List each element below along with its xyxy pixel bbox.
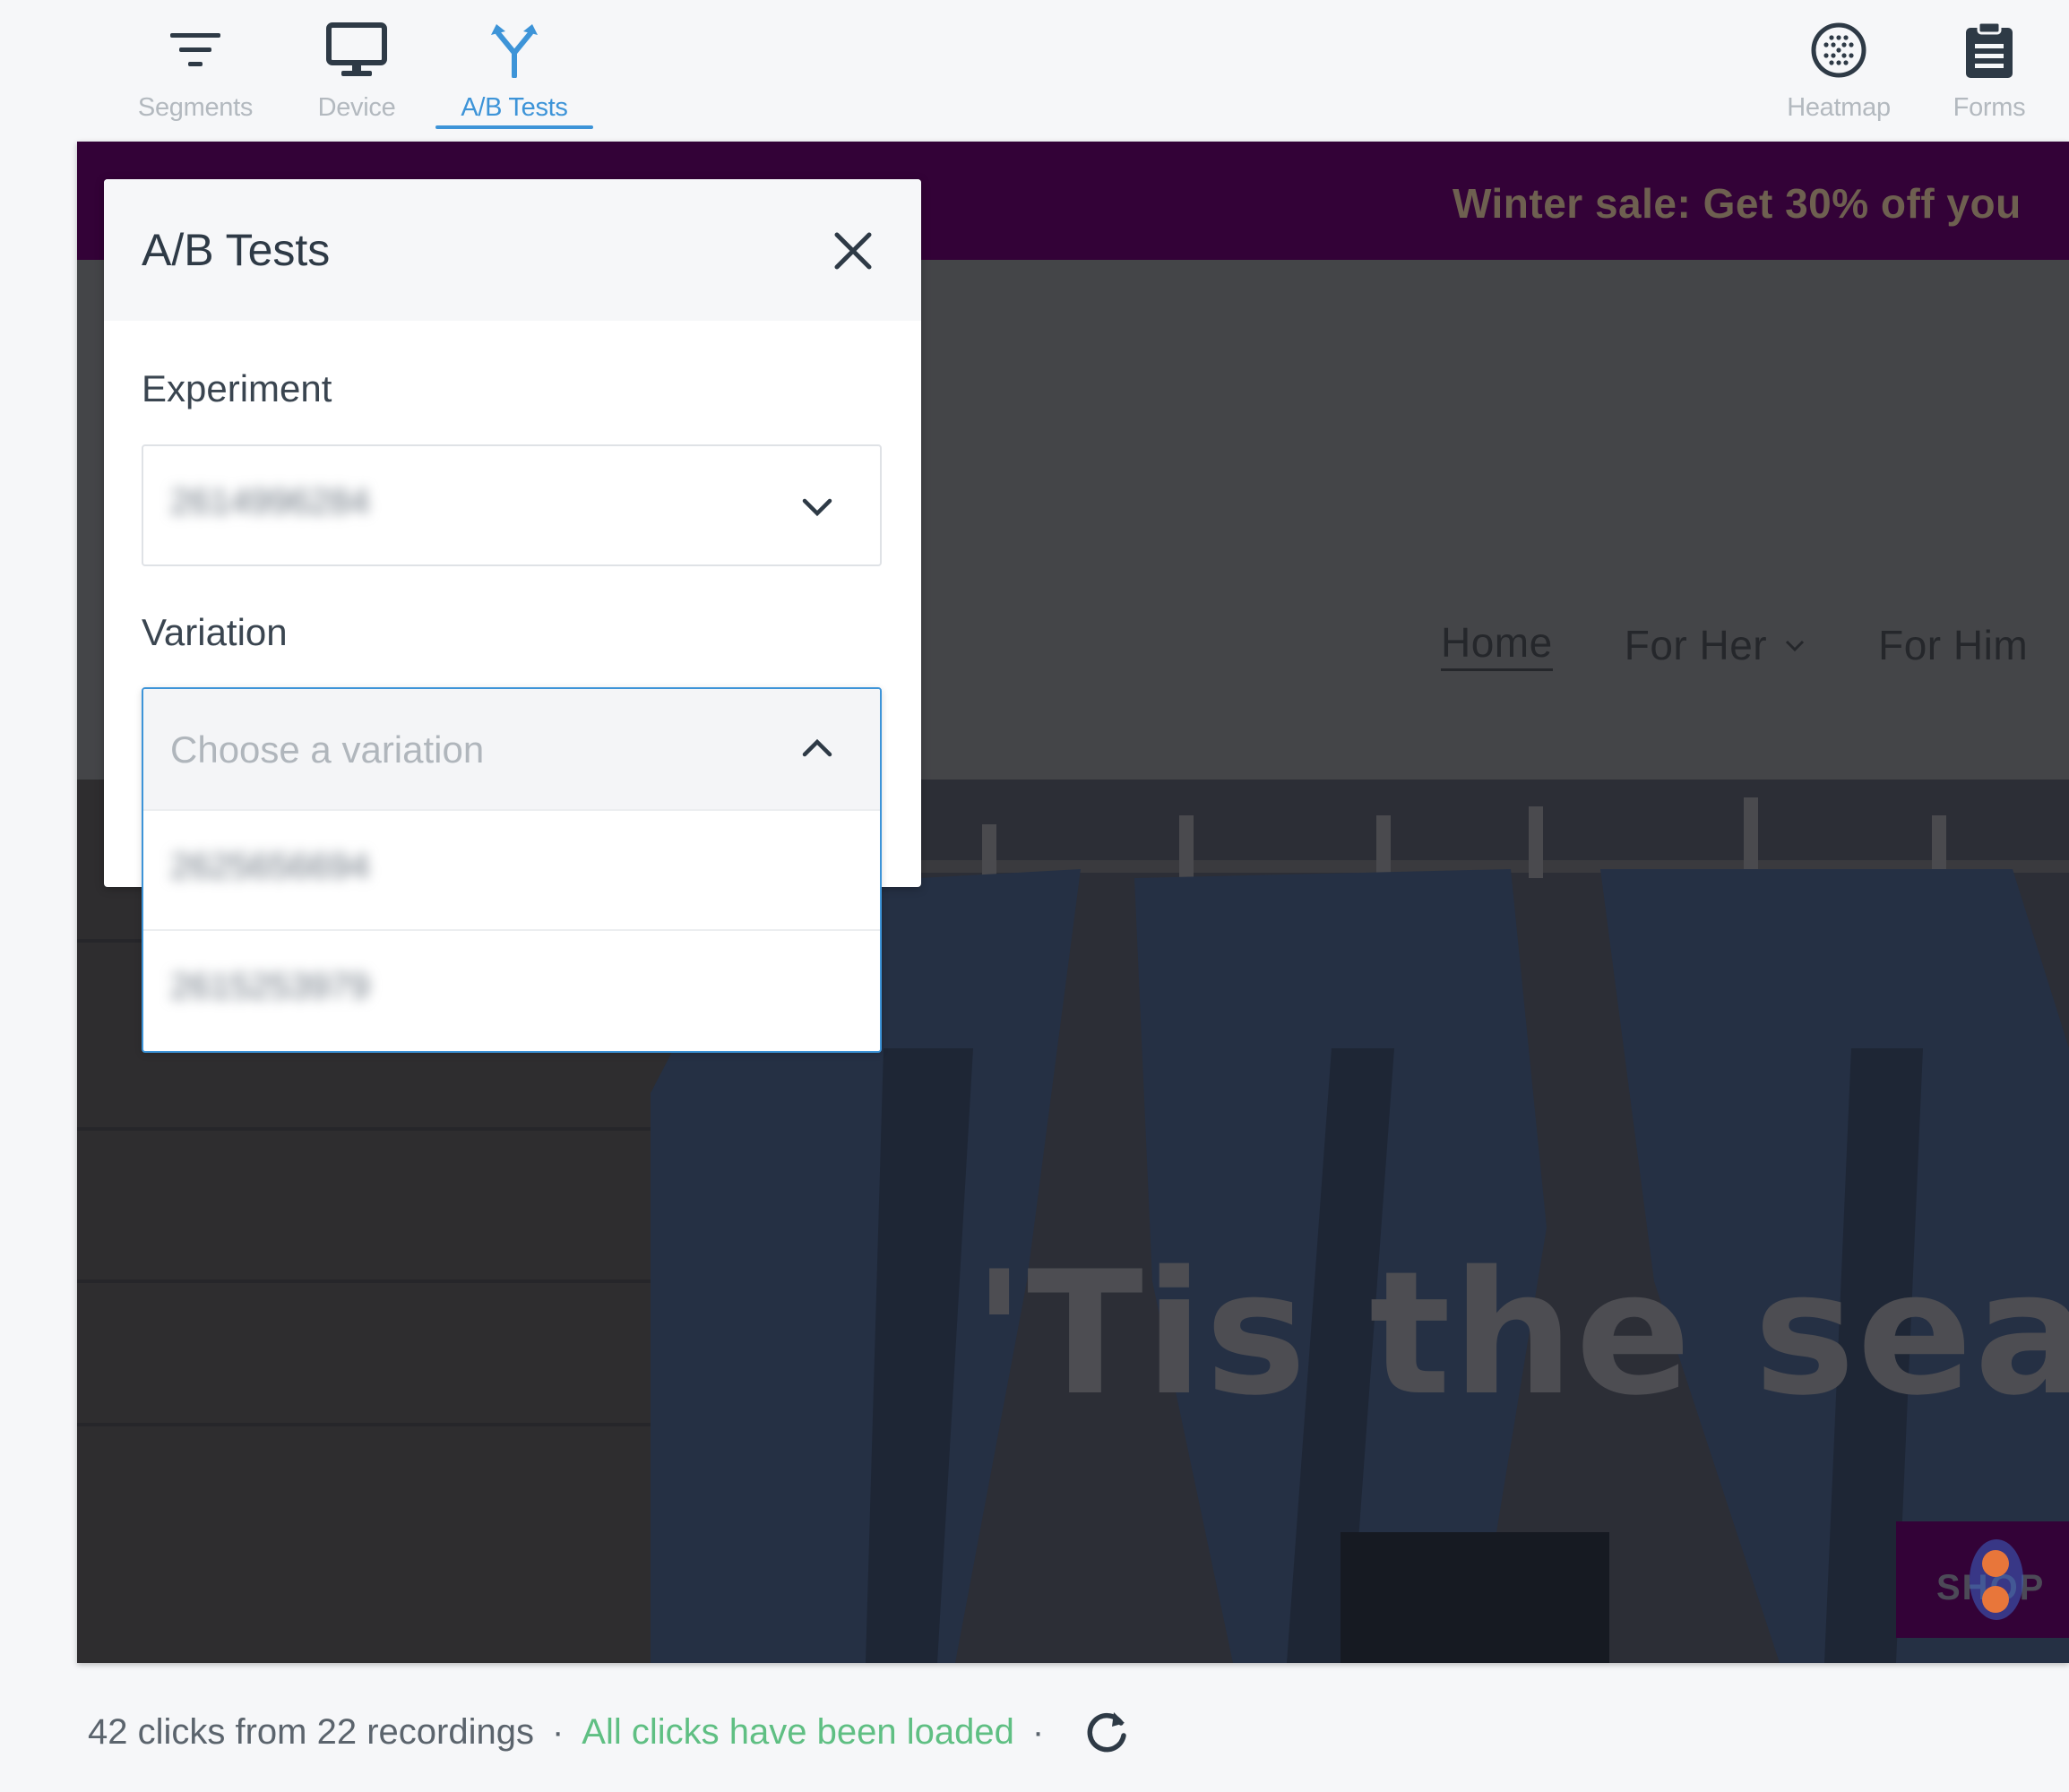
heatmap-click-hotspot <box>1982 1550 2009 1577</box>
tool-forms[interactable]: Forms <box>1909 16 2069 142</box>
experiment-select[interactable]: 2614996284 <box>142 444 882 566</box>
heatmap-toolbar: Segments Device A/B Tests Heatmap Forms <box>0 0 2069 140</box>
tool-ab-tests[interactable]: A/B Tests <box>434 16 595 142</box>
status-bar: 42 clicks from 22 recordings · All click… <box>88 1707 1132 1757</box>
variation-option[interactable]: 2625656694 <box>143 809 880 929</box>
tool-segments-label: Segments <box>137 93 254 122</box>
separator: · <box>1031 1711 1045 1752</box>
active-tab-indicator <box>435 125 593 129</box>
tool-forms-label: Forms <box>1953 93 2026 122</box>
panel-header: A/B Tests <box>104 179 921 321</box>
experiment-label: Experiment <box>142 367 332 409</box>
site-nav: Home For Her For Him <box>1441 618 2028 671</box>
loaded-status: All clicks have been loaded <box>582 1711 1014 1752</box>
filter-icon <box>161 16 229 84</box>
variation-option[interactable]: 2615253979 <box>143 929 880 1049</box>
split-arrows-icon <box>480 16 548 84</box>
clipboard-icon <box>1955 16 2023 84</box>
monitor-icon <box>323 16 391 84</box>
tool-heatmap-label: Heatmap <box>1787 93 1891 122</box>
tool-device[interactable]: Device <box>276 16 437 142</box>
tool-segments[interactable]: Segments <box>115 16 276 142</box>
chevron-up-icon <box>802 738 832 757</box>
separator: · <box>551 1711 565 1752</box>
nav-home[interactable]: Home <box>1441 618 1553 671</box>
experiment-value: 2614996284 <box>170 482 370 521</box>
nav-for-her[interactable]: For Her <box>1625 618 1806 671</box>
panel-title: A/B Tests <box>142 225 331 275</box>
close-icon[interactable] <box>824 222 882 280</box>
nav-for-him[interactable]: For Him <box>1878 618 2028 671</box>
heatmap-circle-icon <box>1805 16 1873 84</box>
clicks-summary: 42 clicks from 22 recordings <box>88 1711 534 1752</box>
tool-device-label: Device <box>317 93 396 122</box>
variation-option-label: 2625656694 <box>170 847 370 886</box>
hero-title: 'Tis the seas <box>973 1235 2069 1433</box>
tool-heatmap[interactable]: Heatmap <box>1758 16 1919 142</box>
tool-ab-tests-label: A/B Tests <box>461 93 568 122</box>
promo-text: Winter sale: Get 30% off you <box>1453 180 2022 227</box>
chevron-down-icon <box>1786 640 1805 651</box>
variation-dropdown[interactable]: Choose a variation 2625656694 2615253979 <box>142 687 882 1053</box>
variation-label: Variation <box>142 611 288 653</box>
chevron-down-icon <box>802 498 832 517</box>
variation-option-label: 2615253979 <box>170 967 370 1006</box>
variation-select[interactable]: Choose a variation <box>143 689 880 809</box>
refresh-icon[interactable] <box>1082 1707 1132 1757</box>
nav-for-her-label: For Her <box>1624 621 1768 668</box>
heatmap-click-hotspot <box>1982 1586 2009 1613</box>
variation-placeholder: Choose a variation <box>170 728 485 771</box>
